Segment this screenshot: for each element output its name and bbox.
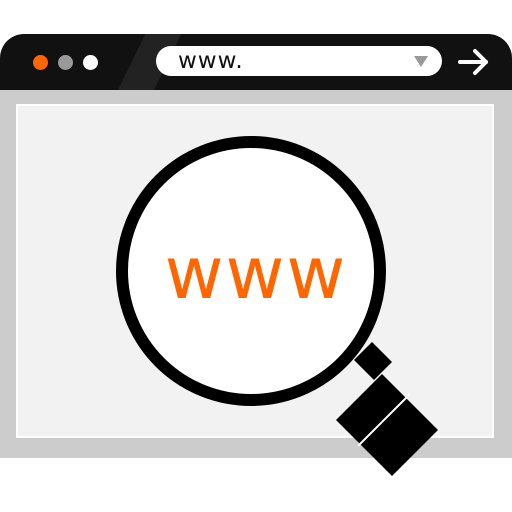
lens-text: www bbox=[165, 231, 348, 315]
magnifier-icon: www bbox=[116, 136, 438, 476]
magnifier-handle bbox=[336, 342, 438, 476]
